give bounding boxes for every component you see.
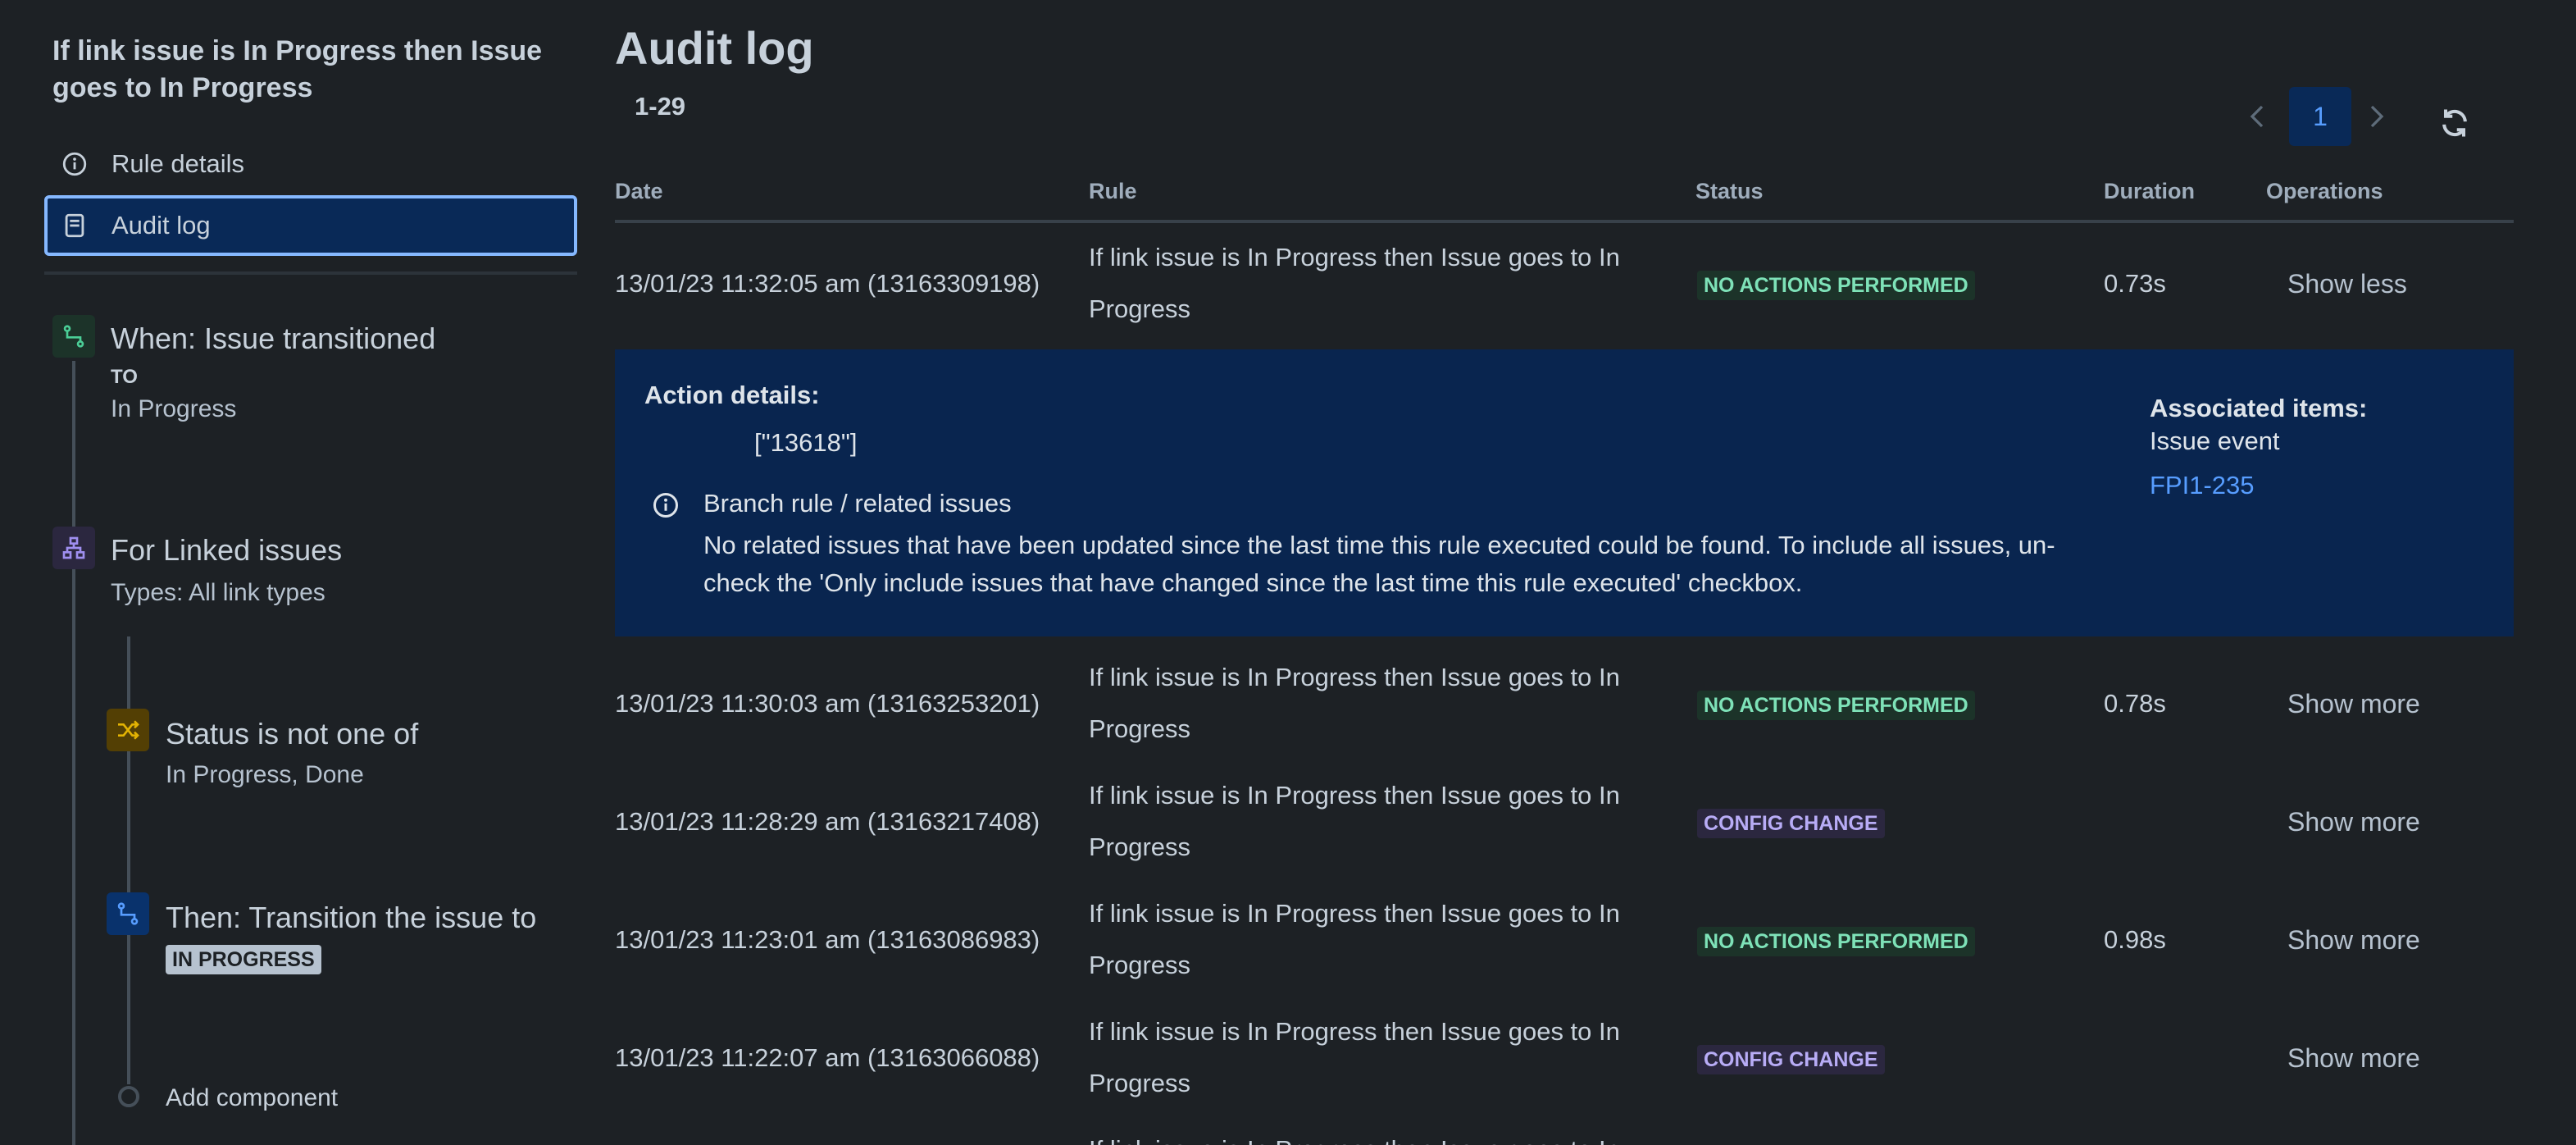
audit-log-panel: Audit log 1-29 1 Date Rule Status Durati…: [615, 0, 2517, 1145]
row-rule: If link issue is In Progress then Issue …: [1089, 1017, 1620, 1097]
add-component-link[interactable]: Add component: [166, 1084, 338, 1112]
document-icon: [61, 212, 89, 239]
row-duration: 0.73s: [2104, 269, 2166, 298]
trigger-status: In Progress: [111, 395, 237, 422]
row-date: 13/01/23 11:28:29 am (13163217408): [615, 807, 1040, 836]
issue-link[interactable]: FPI1-235: [2150, 471, 2255, 500]
row-date: 13/01/23 11:23:01 am (13163086983): [615, 925, 1040, 954]
column-header-status[interactable]: Status: [1695, 179, 1764, 204]
show-more-link[interactable]: Show more: [2287, 1043, 2420, 1074]
refresh-icon[interactable]: [2433, 102, 2476, 144]
show-more-link[interactable]: Show more: [2287, 689, 2420, 719]
action-title[interactable]: Then: Transition the issue to: [166, 901, 536, 935]
associated-item-type: Issue event: [2150, 427, 2280, 455]
flow-line-branch: [127, 636, 130, 1084]
branch-title[interactable]: For Linked issues: [111, 533, 342, 568]
nav-audit-log[interactable]: Audit log: [44, 195, 577, 256]
row-rule: If link issue is In Progress then Issue …: [1089, 243, 1620, 323]
automation-rule-page: If link issue is In Progress then Issue …: [0, 0, 2576, 1145]
nav-label: Rule details: [112, 149, 244, 178]
add-component-dot[interactable]: [118, 1086, 139, 1107]
row-duration: 0.98s: [2104, 925, 2166, 954]
page-button-current[interactable]: 1: [2289, 87, 2351, 146]
nav-label: Audit log: [112, 211, 211, 239]
row-rule: If link issue is In Progress then Issue …: [1089, 899, 1620, 979]
status-badge: CONFIG CHANGE: [1697, 809, 1885, 838]
flow-line-main: [72, 361, 75, 1145]
rule-title: If link issue is In Progress then Issue …: [52, 35, 543, 103]
nav-divider: [44, 271, 577, 275]
status-badge: CONFIG CHANGE: [1697, 1045, 1885, 1074]
status-badge: NO ACTIONS PERFORMED: [1697, 271, 1975, 300]
rule-sidebar: If link issue is In Progress then Issue …: [0, 0, 584, 1145]
status-badge: NO ACTIONS PERFORMED: [1697, 927, 1975, 956]
show-more-link[interactable]: Show more: [2287, 807, 2420, 837]
action-icon[interactable]: [107, 892, 149, 935]
trigger-to-label: TO: [111, 366, 138, 388]
row-rule: If link issue is In Progress then Issue …: [1089, 1124, 1646, 1145]
column-header-date[interactable]: Date: [615, 179, 663, 204]
column-header-rule[interactable]: Rule: [1089, 179, 1137, 204]
row-date: 13/01/23 11:32:05 am (13163309198): [615, 269, 1040, 298]
action-details-value: ["13618"]: [754, 428, 858, 457]
nav-rule-details[interactable]: Rule details: [44, 134, 577, 194]
header-divider: [615, 220, 2514, 223]
action-details-panel: Action details: ["13618"] Branch rule / …: [615, 349, 2514, 636]
associated-items-heading: Associated items:: [2150, 394, 2368, 422]
result-range: 1-29: [635, 92, 686, 121]
row-rule: If link issue is In Progress then Issue …: [1089, 781, 1620, 861]
column-header-operations: Operations: [2266, 179, 2383, 203]
row-rule: If link issue is In Progress then Issue …: [1089, 663, 1620, 743]
trigger-icon[interactable]: [52, 315, 95, 358]
show-less-link[interactable]: Show less: [2287, 269, 2407, 299]
show-more-link[interactable]: Show more: [2287, 925, 2420, 956]
trigger-title[interactable]: When: Issue transitioned: [111, 322, 435, 356]
branch-rule-message: No related issues that have been updated…: [703, 531, 2055, 597]
row-date: 13/01/23 11:22:07 am (13163066088): [615, 1043, 1040, 1072]
hierarchy-icon[interactable]: [52, 527, 95, 569]
info-icon: [651, 490, 680, 520]
chevron-right-icon[interactable]: [2356, 92, 2397, 141]
chevron-left-icon[interactable]: [2237, 92, 2278, 141]
column-header-duration[interactable]: Duration: [2104, 179, 2195, 204]
row-date: 13/01/23 11:30:03 am (13163253201): [615, 689, 1040, 718]
condition-values: In Progress, Done: [166, 761, 364, 788]
branch-types: Types: All link types: [111, 579, 325, 606]
row-duration: 0.78s: [2104, 689, 2166, 718]
page-title: Audit log: [615, 22, 814, 74]
action-details-heading: Action details:: [644, 381, 820, 409]
condition-title[interactable]: Status is not one of: [166, 717, 418, 751]
info-icon: [61, 150, 89, 178]
shuffle-icon[interactable]: [107, 709, 149, 751]
status-badge: NO ACTIONS PERFORMED: [1697, 691, 1975, 720]
branch-rule-title: Branch rule / related issues: [703, 489, 1012, 518]
action-status-lozenge: IN PROGRESS: [166, 945, 321, 974]
